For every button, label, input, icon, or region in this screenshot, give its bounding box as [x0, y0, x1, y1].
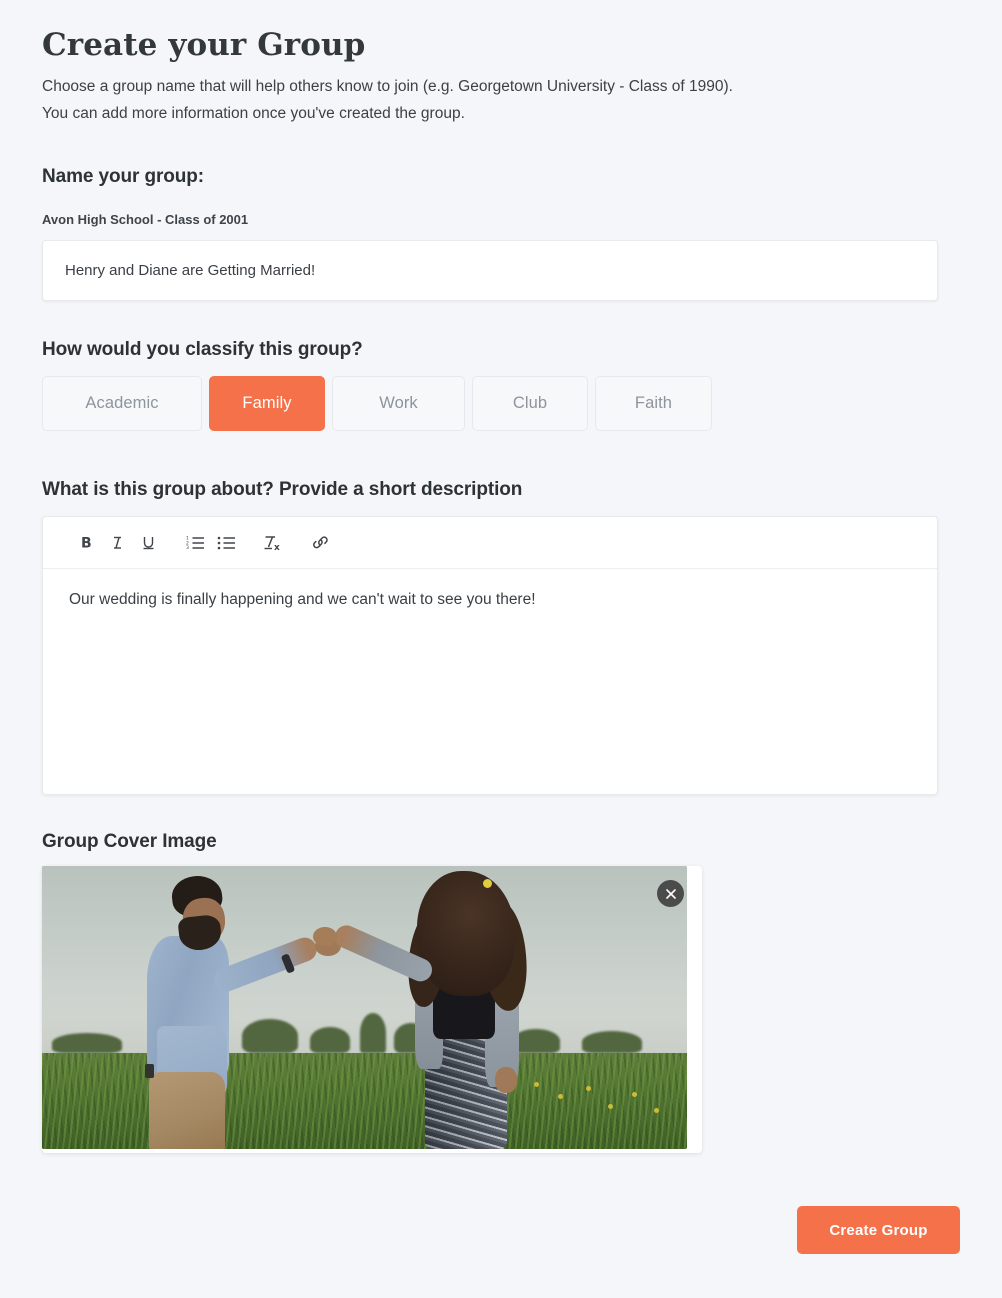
- italic-icon[interactable]: [102, 528, 132, 558]
- editor-toolbar: B 1 2 3 x: [43, 517, 937, 569]
- underline-icon[interactable]: [133, 528, 163, 558]
- name-group-section: Name your group: Avon High School - Clas…: [42, 166, 960, 301]
- description-section: What is this group about? Provide a shor…: [42, 479, 960, 795]
- description-editor-body[interactable]: Our wedding is finally happening and we …: [43, 569, 937, 794]
- photo-tree: [310, 1027, 350, 1053]
- photo-flower: [632, 1092, 637, 1097]
- bold-icon[interactable]: B: [71, 528, 101, 558]
- photo-flower: [586, 1086, 591, 1091]
- close-icon[interactable]: [657, 880, 684, 907]
- create-group-button[interactable]: Create Group: [797, 1206, 960, 1254]
- cover-image-heading: Group Cover Image: [42, 831, 217, 852]
- name-group-sublabel: Avon High School - Class of 2001: [42, 212, 249, 227]
- page-description-line-1: Choose a group name that will help other…: [42, 78, 733, 95]
- svg-text:3: 3: [186, 545, 189, 551]
- cover-image-card: [42, 866, 702, 1153]
- classify-option-work[interactable]: Work: [332, 376, 465, 431]
- page-description: Choose a group name that will help other…: [42, 73, 960, 127]
- photo-tree: [360, 1013, 386, 1053]
- classify-section: How would you classify this group? Acade…: [42, 339, 960, 431]
- unordered-list-icon[interactable]: [211, 528, 241, 558]
- photo-person-left: [127, 873, 341, 1149]
- classify-option-family-label: Family: [242, 394, 292, 412]
- classify-option-work-label: Work: [379, 394, 418, 412]
- classify-option-club-label: Club: [512, 394, 548, 412]
- photo-person-left-pants: [149, 1072, 225, 1149]
- link-icon[interactable]: [305, 528, 335, 558]
- photo-flower: [558, 1094, 563, 1099]
- photo-person-right-hand-lower: [495, 1067, 517, 1093]
- form-footer: Create Group: [42, 1206, 960, 1254]
- classify-option-faith-label: Faith: [634, 394, 673, 412]
- photo-person-right-hand: [313, 927, 337, 946]
- photo-person-left-watch: [145, 1064, 154, 1078]
- description-editor: B 1 2 3 x Our wedding is finally happeni…: [42, 516, 938, 795]
- photo-person-right-hair-flower: [483, 879, 492, 888]
- photo-tree: [582, 1031, 642, 1053]
- classify-option-academic-label: Academic: [85, 394, 159, 412]
- page-description-line-2: You can add more information once you've…: [42, 105, 465, 122]
- name-group-heading: Name your group:: [42, 166, 205, 187]
- photo-person-right-hair: [417, 871, 515, 996]
- photo-tree: [52, 1033, 122, 1053]
- classify-option-academic[interactable]: Academic: [42, 376, 202, 431]
- svg-text:B: B: [81, 536, 92, 552]
- description-heading: What is this group about? Provide a shor…: [42, 479, 523, 500]
- cover-image-photo: [42, 866, 687, 1149]
- classify-options: Academic Family Work Club Faith: [42, 376, 960, 431]
- classify-option-family[interactable]: Family: [209, 376, 325, 431]
- classify-option-club[interactable]: Club: [472, 376, 588, 431]
- description-editor-text: Our wedding is finally happening and we …: [69, 591, 536, 608]
- page-title: Create your Group: [42, 27, 366, 63]
- photo-flower: [608, 1104, 613, 1109]
- create-group-page: Create your Group Choose a group name th…: [0, 0, 1002, 1298]
- svg-text:x: x: [274, 543, 280, 552]
- photo-flower: [654, 1108, 659, 1113]
- photo-person-right: [313, 871, 547, 1149]
- group-name-input-value: Henry and Diane are Getting Married!: [65, 262, 316, 279]
- classify-option-faith[interactable]: Faith: [595, 376, 712, 431]
- clear-formatting-icon[interactable]: x: [258, 528, 288, 558]
- ordered-list-icon[interactable]: 1 2 3: [180, 528, 210, 558]
- classify-heading: How would you classify this group?: [42, 339, 363, 360]
- group-name-input[interactable]: Henry and Diane are Getting Married!: [42, 240, 938, 301]
- cover-image-section: Group Cover Image: [42, 831, 960, 1153]
